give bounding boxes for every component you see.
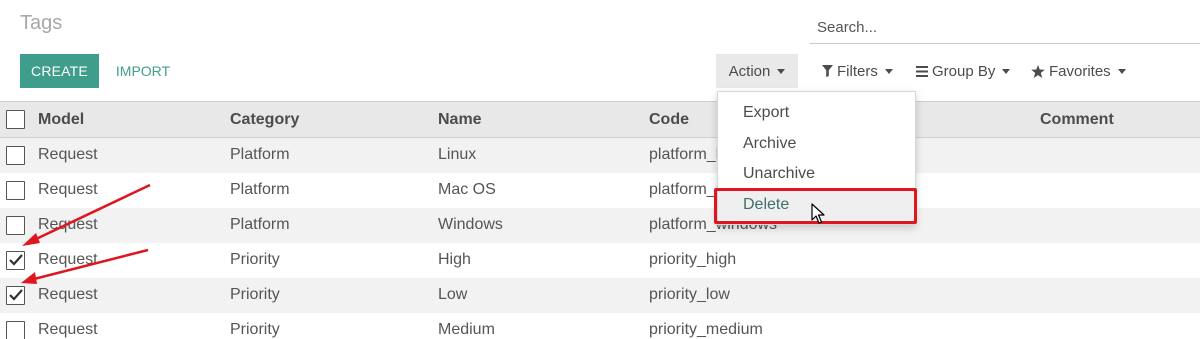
mouse-pointer-icon [811,203,825,224]
checkmark-icon [8,254,23,266]
table-row[interactable]: Request Priority High priority_high [0,242,1200,278]
table-row[interactable]: Request Priority Low priority_low [0,277,1200,313]
cell-name: Low [438,286,468,303]
cell-name: High [438,251,471,268]
caret-down-icon [1117,68,1126,74]
menu-item-unarchive[interactable]: Unarchive [718,159,915,190]
cell-name: Linux [438,146,477,164]
filters-label: Filters [837,62,878,80]
action-label: Action [728,62,771,80]
table-row[interactable]: Request Priority Medium priority_medium [0,312,1200,339]
groupby-label: Group By [932,62,996,80]
menu-item-archive[interactable]: Archive [718,129,915,160]
page-title: Tags [20,12,63,34]
row-checkbox[interactable] [6,285,25,305]
create-button[interactable]: CREATE [20,54,99,88]
search-bar[interactable] [810,12,1200,44]
cell-model: Request [38,216,98,233]
menu-item-export[interactable]: Export [718,98,915,129]
cell-code: priority_high [649,251,737,268]
action-dropdown-button[interactable]: Action [716,54,798,88]
cell-model: Request [38,146,98,164]
table-header-row: Model Category Name Code Comment [0,101,1200,138]
cell-model: Request [38,251,98,268]
cell-category: Platform [230,146,290,164]
groupby-button[interactable]: Group By [916,54,1011,88]
table-row[interactable]: Request Platform Mac OS platform_macos [0,172,1200,208]
cell-category: Platform [230,216,290,233]
favorites-label: Favorites [1049,62,1111,80]
cell-code: priority_medium [649,321,763,338]
filters-button[interactable]: Filters [822,54,893,88]
favorites-button[interactable]: Favorites [1031,54,1126,88]
cell-category: Priority [230,251,280,268]
cell-comment [1040,173,1200,208]
cell-comment [1040,243,1200,278]
funnel-icon [822,65,833,77]
cell-name: Medium [438,321,495,338]
cell-model: Request [38,181,98,198]
column-header-comment[interactable]: Comment [1040,102,1200,138]
caret-down-icon [777,68,786,74]
row-checkbox[interactable] [6,180,25,200]
checkmark-icon [8,289,23,301]
select-all-checkbox[interactable] [6,110,25,129]
cell-category: Priority [230,321,280,338]
cell-category: Priority [230,286,280,303]
cell-name: Windows [438,216,503,233]
column-header-name[interactable]: Name [438,102,649,138]
table-row[interactable]: Request Platform Windows platform_window… [0,207,1200,243]
cell-category: Platform [230,181,290,198]
caret-down-icon [1002,68,1011,74]
cell-comment [1040,313,1200,339]
row-checkbox[interactable] [6,215,25,235]
column-header-model[interactable]: Model [38,102,230,138]
import-button[interactable]: IMPORT [106,54,180,88]
caret-down-icon [884,68,893,74]
select-all-cell [0,102,38,138]
cell-comment [1040,278,1200,313]
cell-comment [1040,138,1200,173]
row-checkbox[interactable] [6,250,25,270]
cell-code: priority_low [649,286,730,303]
search-input[interactable] [810,19,1200,36]
table-row[interactable]: Request Platform Linux platform_linux [0,137,1200,173]
row-checkbox[interactable] [6,145,25,165]
cell-name: Mac OS [438,181,496,198]
star-icon [1031,64,1045,78]
cell-comment [1040,208,1200,243]
tags-table: Model Category Name Code Comment Request… [0,101,1200,339]
list-bars-icon [916,65,928,77]
row-checkbox[interactable] [6,320,25,339]
cell-model: Request [38,321,98,338]
cell-model: Request [38,286,98,303]
column-header-category[interactable]: Category [230,102,438,138]
